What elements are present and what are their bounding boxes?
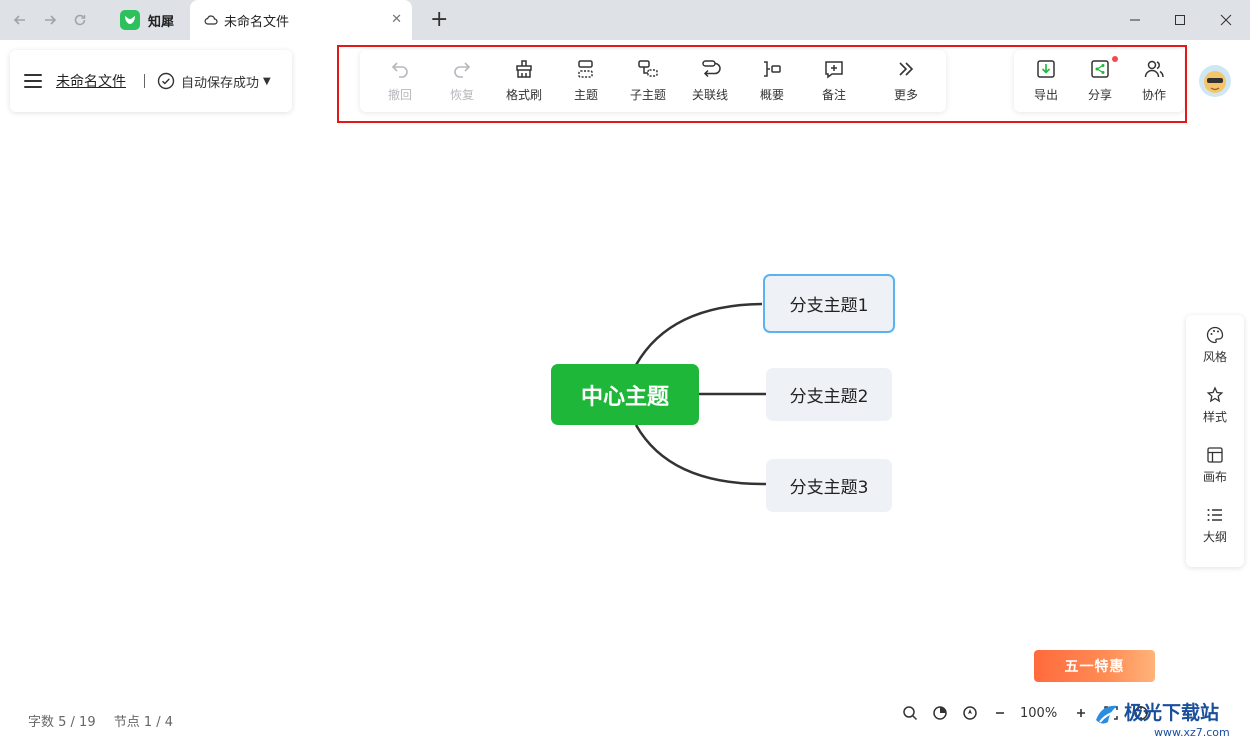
style-icon (1206, 386, 1224, 403)
close-window-icon[interactable] (1214, 8, 1238, 32)
watermark-text: 极光下载站 (1124, 702, 1220, 724)
cloud-icon (204, 15, 218, 25)
tab-untitled-file[interactable]: 未命名文件 ✕ (190, 0, 412, 40)
outline-button[interactable]: 大纲 (1186, 506, 1244, 556)
browser-tab-bar: 知犀 未命名文件 ✕ + (0, 0, 1250, 40)
tab-zhixi-app[interactable]: 知犀 (106, 0, 188, 40)
tab-label: 未命名文件 (224, 14, 290, 30)
side-label: 样式 (1202, 410, 1227, 424)
minimize-icon[interactable] (1123, 8, 1147, 32)
promo-banner[interactable]: 五一特惠 (1034, 650, 1155, 682)
tab-label: 知犀 (148, 14, 175, 30)
center-topic-node[interactable]: 中心主题 (551, 364, 699, 425)
style-theme-button[interactable]: 风格 (1186, 326, 1244, 376)
zoom-in-icon[interactable] (1071, 703, 1091, 723)
back-arrow-icon[interactable] (10, 10, 30, 30)
new-tab-button[interactable]: + (430, 7, 448, 32)
right-side-panel: 风格 样式 画布 大纲 (1186, 315, 1244, 567)
branch-topic-node[interactable]: 分支主题1 (763, 274, 895, 333)
zoom-out-icon[interactable] (990, 703, 1010, 723)
side-label: 画布 (1202, 470, 1227, 484)
maximize-icon[interactable] (1168, 8, 1192, 32)
canvas-button[interactable]: 画布 (1186, 446, 1244, 496)
promo-text: 五一特惠 (1064, 659, 1125, 675)
node-style-button[interactable]: 样式 (1186, 386, 1244, 436)
forward-arrow-icon[interactable] (40, 10, 60, 30)
watermark-url: www.xz7.com (1154, 726, 1230, 739)
node-count: 节点 1 / 4 (113, 715, 174, 730)
locate-icon[interactable] (960, 703, 980, 723)
canvas-icon (1207, 447, 1223, 463)
reload-icon[interactable] (70, 10, 90, 30)
zhixi-logo-icon (120, 10, 140, 30)
outline-icon (1207, 509, 1222, 521)
branch-topic-node[interactable]: 分支主题2 (766, 368, 892, 421)
word-count: 字数 5 / 19 (28, 715, 96, 730)
side-label: 风格 (1202, 350, 1227, 364)
zoom-level: 100% (1020, 705, 1058, 721)
watermark-logo-icon (1096, 705, 1118, 724)
close-tab-icon[interactable]: ✕ (391, 12, 402, 27)
mouse-mode-icon[interactable] (930, 703, 950, 723)
branch-topic-node[interactable]: 分支主题3 (766, 459, 892, 512)
search-icon[interactable] (900, 703, 920, 723)
palette-icon (1206, 326, 1224, 344)
site-watermark: 极光下载站 www.xz7.com (1092, 698, 1242, 742)
status-bar: 字数 5 / 19 节点 1 / 4 (28, 711, 187, 730)
side-label: 大纲 (1202, 530, 1227, 544)
